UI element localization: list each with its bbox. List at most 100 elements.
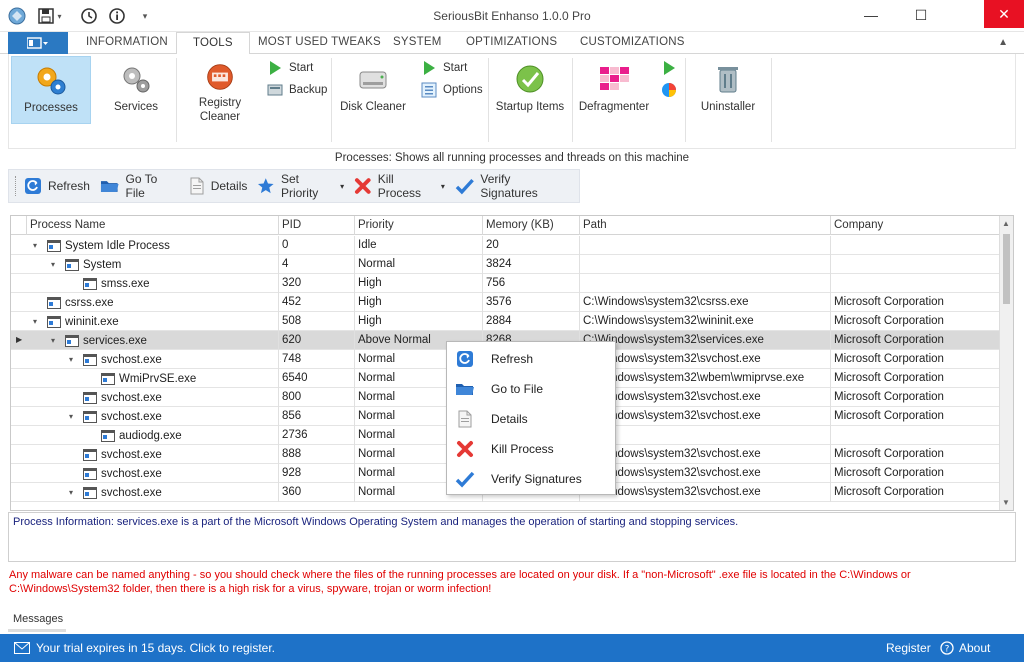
cell-company[interactable]: Microsoft Corporation — [831, 293, 1001, 312]
messages-tab[interactable]: Messages — [8, 610, 66, 632]
cell-path[interactable]: C:\Windows\system32\svchost.exe — [580, 464, 831, 483]
cell-process-name[interactable]: svchost.exe — [27, 464, 279, 483]
expand-toggle-icon[interactable]: ▾ — [69, 488, 79, 497]
table-row[interactable]: ▾ System 4 Normal 3824 — [11, 255, 1001, 274]
details-button[interactable]: Details — [189, 177, 247, 195]
cell-process-name[interactable]: ▾ services.exe — [27, 331, 279, 350]
tab-optimizations[interactable]: OPTIMIZATIONS — [466, 36, 557, 48]
scroll-down-icon[interactable]: ▼ — [1002, 498, 1010, 507]
ctx-details[interactable]: Details — [447, 404, 615, 434]
cell-process-name[interactable]: svchost.exe — [27, 388, 279, 407]
expand-toggle-icon[interactable]: ▾ — [33, 317, 43, 326]
kill-process-button[interactable]: Kill Process ▾ — [354, 172, 445, 200]
cell-process-name[interactable]: svchost.exe — [27, 445, 279, 464]
cell-company[interactable] — [831, 426, 1001, 445]
cell-pid[interactable]: 620 — [279, 331, 355, 350]
cell-path[interactable]: C:\Windows\system32\svchost.exe — [580, 407, 831, 426]
cell-company[interactable]: Microsoft Corporation — [831, 407, 1001, 426]
table-row[interactable]: ▾ System Idle Process 0 Idle 20 — [11, 236, 1001, 255]
toolbar-grip[interactable] — [15, 176, 18, 196]
cell-pid[interactable]: 888 — [279, 445, 355, 464]
defrag-analyze-button[interactable] — [661, 82, 683, 98]
cell-pid[interactable]: 800 — [279, 388, 355, 407]
cell-path[interactable]: C:\Windows\system32\svchost.exe — [580, 388, 831, 407]
cell-pid[interactable]: 452 — [279, 293, 355, 312]
collapse-ribbon-icon[interactable]: ▲ — [998, 37, 1008, 48]
cell-company[interactable] — [831, 274, 1001, 293]
app-menu-button[interactable] — [8, 32, 68, 54]
cell-priority[interactable]: Normal — [355, 255, 483, 274]
cell-company[interactable]: Microsoft Corporation — [831, 464, 1001, 483]
cell-pid[interactable]: 360 — [279, 483, 355, 502]
registry-cleaner-button[interactable]: Registry Cleaner — [185, 56, 255, 124]
col-company[interactable]: Company — [831, 216, 1001, 235]
tab-information[interactable]: INFORMATION — [86, 36, 168, 48]
verify-signatures-button[interactable]: Verify Signatures — [455, 172, 569, 200]
cell-company[interactable] — [831, 236, 1001, 255]
cell-process-name[interactable]: ▾ wininit.exe — [27, 312, 279, 331]
close-button[interactable]: ✕ — [984, 0, 1024, 28]
expand-toggle-icon[interactable]: ▾ — [33, 241, 43, 250]
col-priority[interactable]: Priority — [355, 216, 483, 235]
cell-priority[interactable]: High — [355, 312, 483, 331]
maximize-button[interactable]: ☐ — [898, 0, 944, 30]
table-row[interactable]: smss.exe 320 High 756 — [11, 274, 1001, 293]
cell-path[interactable] — [580, 274, 831, 293]
cell-company[interactable]: Microsoft Corporation — [831, 445, 1001, 464]
disk-start-button[interactable]: Start — [421, 60, 467, 76]
col-memory[interactable]: Memory (KB) — [483, 216, 580, 235]
scroll-up-icon[interactable]: ▲ — [1002, 219, 1010, 228]
tab-most-used-tweaks[interactable]: MOST USED TWEAKS — [258, 36, 381, 48]
minimize-button[interactable]: — — [848, 0, 894, 30]
cell-process-name[interactable]: smss.exe — [27, 274, 279, 293]
table-row[interactable]: csrss.exe 452 High 3576 C:\Windows\system32\… — [11, 293, 1001, 312]
cell-pid[interactable]: 2736 — [279, 426, 355, 445]
cell-process-name[interactable]: ▾ System Idle Process — [27, 236, 279, 255]
vertical-scrollbar[interactable]: ▲ ▼ — [999, 216, 1013, 510]
refresh-button[interactable]: Refresh — [24, 177, 90, 195]
cell-company[interactable]: Microsoft Corporation — [831, 483, 1001, 502]
ctx-refresh[interactable]: Refresh — [447, 344, 615, 374]
ctx-kill-process[interactable]: Kill Process — [447, 434, 615, 464]
cell-pid[interactable]: 320 — [279, 274, 355, 293]
tab-tools[interactable]: TOOLS — [176, 32, 250, 55]
registry-start-button[interactable]: Start — [267, 60, 313, 76]
cell-company[interactable]: Microsoft Corporation — [831, 312, 1001, 331]
uninstaller-button[interactable]: Uninstaller — [691, 56, 765, 124]
cell-path[interactable] — [580, 426, 831, 445]
cell-pid[interactable]: 4 — [279, 255, 355, 274]
cell-path[interactable]: C:\Windows\system32\wbem\wmiprvse.exe — [580, 369, 831, 388]
disk-options-button[interactable]: Options — [421, 82, 483, 98]
cell-memory[interactable]: 756 — [483, 274, 580, 293]
cell-path[interactable]: C:\Windows\system32\wininit.exe — [580, 312, 831, 331]
go-to-file-button[interactable]: Go To File — [100, 172, 179, 200]
registry-backup-button[interactable]: Backup — [267, 82, 327, 98]
cell-process-name[interactable]: ▾ svchost.exe — [27, 407, 279, 426]
cell-priority[interactable]: Idle — [355, 236, 483, 255]
cell-company[interactable] — [831, 255, 1001, 274]
cell-process-name[interactable]: audiodg.exe — [27, 426, 279, 445]
cell-process-name[interactable]: csrss.exe — [27, 293, 279, 312]
col-path[interactable]: Path — [580, 216, 831, 235]
disk-cleaner-button[interactable]: Disk Cleaner — [337, 56, 409, 124]
cell-path[interactable]: C:\Windows\system32\svchost.exe — [580, 350, 831, 369]
col-pid[interactable]: PID — [279, 216, 355, 235]
expand-toggle-icon[interactable]: ▾ — [51, 336, 61, 345]
cell-company[interactable]: Microsoft Corporation — [831, 388, 1001, 407]
cell-path[interactable]: C:\Windows\system32\svchost.exe — [580, 445, 831, 464]
defrag-start-button[interactable] — [661, 60, 683, 76]
cell-process-name[interactable]: WmiPrvSE.exe — [27, 369, 279, 388]
cell-process-name[interactable]: ▾ System — [27, 255, 279, 274]
col-process-name[interactable]: Process Name — [27, 216, 279, 235]
cell-memory[interactable]: 2884 — [483, 312, 580, 331]
expand-toggle-icon[interactable]: ▾ — [69, 355, 79, 364]
startup-items-button[interactable]: Startup Items — [493, 56, 567, 124]
cell-path[interactable] — [580, 236, 831, 255]
cell-path[interactable]: C:\Windows\system32\services.exe — [580, 331, 831, 350]
cell-priority[interactable]: High — [355, 293, 483, 312]
set-priority-button[interactable]: Set Priority ▾ — [257, 172, 344, 200]
cell-priority[interactable]: High — [355, 274, 483, 293]
cell-company[interactable]: Microsoft Corporation — [831, 350, 1001, 369]
cell-pid[interactable]: 928 — [279, 464, 355, 483]
defragmenter-button[interactable]: Defragmenter — [577, 56, 651, 124]
